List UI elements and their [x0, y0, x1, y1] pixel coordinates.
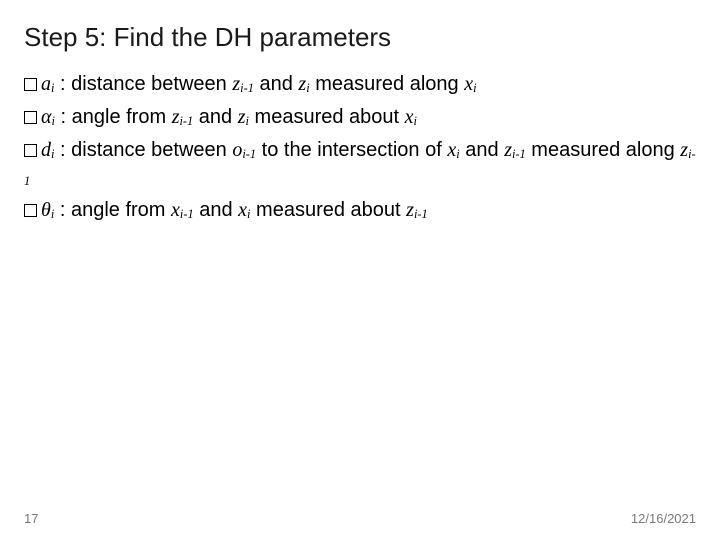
- sym-base: θ: [41, 199, 51, 221]
- page-number: 17: [24, 511, 38, 526]
- square-bullet-icon: [24, 204, 37, 217]
- sym-base: d: [41, 139, 51, 161]
- param-symbol: αi: [41, 106, 55, 128]
- square-bullet-icon: [24, 78, 37, 91]
- param-definition: distance between zi-1 and zi measured al…: [71, 73, 476, 95]
- sym-sub: i: [52, 114, 55, 128]
- slide-body: ai : distance between zi-1 and zi measur…: [24, 71, 696, 224]
- slide-date: 12/16/2021: [631, 511, 696, 526]
- sym-base: a: [41, 73, 51, 95]
- param-definition: distance between oi-1 to the intersectio…: [24, 139, 696, 188]
- param-symbol: θi: [41, 199, 54, 221]
- param-definition: angle from zi-1 and zi measured about xi: [72, 106, 417, 128]
- slide: Step 5: Find the DH parameters ai : dist…: [0, 0, 720, 540]
- bullet-item: di : distance between oi-1 to the inters…: [24, 137, 696, 191]
- sym-sub: i: [51, 207, 54, 221]
- sym-sub: i: [51, 147, 54, 161]
- bullet-item: αi : angle from zi-1 and zi measured abo…: [24, 104, 696, 131]
- slide-title: Step 5: Find the DH parameters: [24, 22, 696, 53]
- square-bullet-icon: [24, 111, 37, 124]
- square-bullet-icon: [24, 144, 37, 157]
- param-definition: angle from xi-1 and xi measured about zi…: [71, 199, 428, 221]
- param-symbol: di: [41, 139, 54, 161]
- sym-sub: i: [51, 81, 54, 95]
- bullet-item: θi : angle from xi-1 and xi measured abo…: [24, 197, 696, 224]
- sym-base: α: [41, 106, 52, 128]
- slide-footer: 17 12/16/2021: [24, 511, 696, 526]
- bullet-item: ai : distance between zi-1 and zi measur…: [24, 71, 696, 98]
- param-symbol: ai: [41, 73, 54, 95]
